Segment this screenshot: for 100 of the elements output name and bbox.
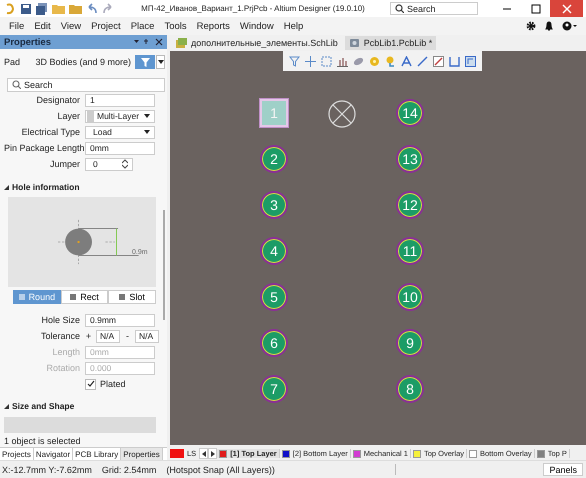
text-field[interactable]: 0mm — [85, 142, 155, 154]
panel-tab[interactable]: PCB Library — [73, 448, 122, 460]
save-all-icon[interactable] — [36, 2, 48, 14]
dimension-icon[interactable] — [432, 56, 444, 66]
menu-item[interactable]: Project — [86, 20, 126, 32]
section-header[interactable]: Hole information — [4, 181, 160, 193]
plated-checkbox[interactable]: Plated — [85, 378, 126, 390]
hole-shape-button[interactable]: Slot — [108, 290, 156, 304]
snap-mode: (Hotspot Snap (All Layers)) — [166, 464, 275, 474]
right-arrow-icon — [210, 450, 215, 456]
close-icon — [562, 4, 572, 14]
search-field[interactable]: Search — [7, 78, 165, 92]
field-label: Designator — [35, 95, 80, 105]
text-field[interactable]: 1 — [85, 94, 155, 106]
line-icon[interactable] — [416, 56, 428, 66]
menu-item[interactable]: Place — [126, 20, 160, 32]
pad[interactable]: 2 — [260, 145, 288, 173]
pad[interactable]: 4 — [260, 237, 288, 265]
grid-size: Grid: 2.54mm — [102, 464, 156, 474]
search-icon — [395, 4, 404, 13]
plus-sign: + — [85, 331, 92, 341]
cursor-coordinates: X:-12.7mm Y:-7.62mm — [2, 464, 92, 474]
panel-title: Properties — [4, 36, 51, 48]
undo-icon[interactable] — [86, 2, 98, 14]
minus-sign: - — [125, 331, 130, 341]
scroll-right-button[interactable] — [208, 448, 218, 459]
search-field[interactable]: Search — [390, 2, 478, 15]
document-tab[interactable]: дополнительные_элементы.SchLib — [172, 36, 342, 50]
section-header[interactable]: Size and Shape — [4, 400, 160, 412]
field-label: Hole Size — [40, 315, 80, 325]
window-title: МП-42_Иванов_Вариант_1.PrjPcb - Altium Designer (19.0.10) — [140, 4, 366, 13]
pad[interactable]: 6 — [260, 329, 288, 357]
notification-bell-icon[interactable] — [544, 21, 554, 31]
origin-marker-icon — [328, 100, 356, 128]
pad[interactable]: 8 — [396, 375, 424, 403]
menu-item[interactable]: Reports — [192, 20, 235, 32]
tolerance-field[interactable]: N/A — [135, 330, 159, 342]
panel-tab[interactable]: Navigator — [34, 448, 74, 460]
selection-status: 1 object is selected — [4, 435, 82, 447]
polygon-icon[interactable] — [464, 56, 476, 66]
spinner-arrows-icon — [122, 159, 128, 169]
pad-icon[interactable] — [352, 56, 364, 66]
field-label: Jumper — [48, 159, 80, 169]
panel-tab[interactable]: Projects — [0, 448, 34, 460]
spinner-field[interactable]: 0 — [85, 158, 133, 170]
menu-item[interactable]: File — [4, 20, 30, 32]
menu-item[interactable]: Help — [278, 20, 308, 32]
menu-item[interactable]: View — [56, 20, 86, 32]
checkmark-icon — [86, 380, 94, 388]
panel-controls-icon[interactable] — [133, 38, 163, 46]
crosshair-icon[interactable] — [304, 56, 316, 66]
component-icon[interactable] — [384, 56, 396, 66]
pcb-library-icon — [348, 38, 360, 48]
field-label: Rotation — [45, 363, 80, 373]
pad[interactable]: 10 — [396, 283, 424, 311]
filter-label: 3D Bodies (and 9 more) — [35, 57, 131, 67]
save-icon[interactable] — [20, 2, 32, 14]
pad[interactable]: 14 — [396, 99, 424, 127]
align-icon[interactable] — [336, 56, 348, 66]
text-field[interactable]: 0.9mm — [85, 314, 155, 326]
panels-button[interactable]: Panels — [543, 463, 583, 476]
dropdown[interactable]: Load — [85, 126, 155, 138]
left-arrow-icon — [202, 450, 206, 456]
menu-item[interactable]: Tools — [159, 20, 192, 32]
scroll-left-button[interactable] — [199, 448, 208, 459]
filter-dropdown-button[interactable] — [156, 55, 165, 69]
document-tab[interactable]: PcbLib1.PcbLib * — [344, 36, 436, 50]
hole-shape-button[interactable]: Rect — [60, 290, 108, 304]
field-label: Length — [51, 347, 80, 357]
pad[interactable]: 9 — [396, 329, 424, 357]
object-type: Pad — [4, 57, 20, 67]
caret-icon — [144, 114, 150, 118]
pad[interactable]: 5 — [260, 283, 288, 311]
menu-item[interactable]: Edit — [29, 20, 56, 32]
caret-icon — [158, 60, 164, 64]
filter-icon — [140, 58, 150, 66]
expand-triangle-icon — [4, 404, 9, 408]
panel-tab[interactable]: Properties — [121, 448, 163, 460]
pad[interactable]: 13 — [396, 145, 424, 173]
settings-icon[interactable] — [526, 21, 536, 31]
pad[interactable]: 11 — [396, 237, 424, 265]
menu-item[interactable]: Window — [234, 20, 279, 32]
pad[interactable]: 7 — [260, 375, 288, 403]
user-account-icon[interactable] — [562, 21, 578, 31]
layer-dropdown[interactable]: Multi-Layer — [85, 110, 155, 122]
close-button[interactable] — [550, 0, 583, 17]
field-label: Layer — [56, 111, 80, 121]
text-icon[interactable] — [400, 56, 412, 66]
filter-icon[interactable] — [288, 56, 300, 66]
search-icon — [12, 80, 21, 89]
pad[interactable]: 12 — [396, 191, 424, 219]
field-label: Electrical Type — [20, 127, 80, 137]
tolerance-field[interactable]: N/A — [96, 330, 120, 342]
expand-triangle-icon — [4, 184, 9, 190]
field-label: Tolerance — [40, 331, 80, 341]
pad[interactable]: 3 — [260, 191, 288, 219]
room-icon[interactable] — [448, 56, 460, 66]
caret-icon — [144, 130, 150, 134]
selection-rectangle-icon[interactable] — [320, 56, 332, 66]
schematic-library-icon — [176, 38, 187, 48]
